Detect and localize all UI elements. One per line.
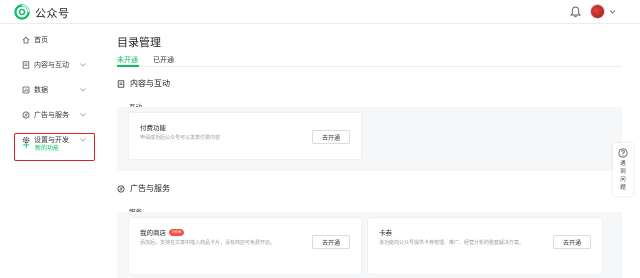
caret-down-icon[interactable]: [609, 9, 616, 15]
wechat-official-logo-icon[interactable]: [14, 4, 30, 20]
card-my-store: 我的商店 new 添加后，支持在文章中插入商品卡片，没有商店可免费开店。 去开通: [129, 218, 361, 274]
brand-title: 公众号: [35, 7, 70, 20]
sidebar-item-label: 广告与服务: [34, 111, 69, 119]
document-icon: [117, 79, 125, 88]
page-title: 目录管理: [117, 36, 161, 49]
new-function-button[interactable]: + 新的功能: [14, 133, 95, 161]
question-icon: [618, 148, 628, 158]
document-icon: [22, 61, 30, 69]
section-title-label: 内容与互动: [130, 79, 170, 88]
top-bar: 公众号: [0, 0, 640, 24]
card-title-label: 卡券: [379, 229, 392, 237]
sidebar-item-ads[interactable]: 广告与服务: [0, 106, 104, 124]
help-label: 遇到问题: [620, 161, 626, 191]
activate-button[interactable]: 去开通: [312, 235, 350, 249]
sidebar-item-label: 内容与互动: [34, 61, 69, 69]
tabs-divider: [117, 66, 622, 67]
tab-not-activated[interactable]: 未开通: [117, 55, 138, 65]
compass-icon: [117, 185, 125, 192]
bell-icon[interactable]: [570, 6, 581, 18]
section-title-content: 内容与互动: [117, 78, 170, 89]
card-title: 我的商店 new: [140, 227, 185, 237]
new-badge: new: [169, 228, 185, 236]
chevron-down-icon: [80, 88, 86, 92]
main-content: 目录管理 未开通 已开通 内容与互动 互动 付费功能 申请成功后公众号可以发表付…: [104, 24, 640, 278]
card-title-label: 我的商店: [140, 229, 166, 237]
sidebar-item-label: 数据: [34, 86, 48, 94]
sidebar-item-data[interactable]: 数据: [0, 81, 104, 99]
card-paid-function: 付费功能 申请成功后公众号可以发表付费内容 去开通: [129, 113, 361, 159]
activate-button[interactable]: 去开通: [312, 130, 350, 144]
help-widget[interactable]: 遇到问题: [613, 143, 633, 196]
section-title-ads: 广告与服务: [117, 183, 170, 194]
card-description: 添加后，支持在文章中插入商品卡片，没有商店可免费开店。: [140, 240, 276, 246]
plus-icon: +: [22, 140, 31, 151]
chevron-down-icon: [80, 63, 86, 67]
section-title-label: 广告与服务: [130, 184, 170, 193]
ad-icon: [22, 111, 30, 119]
sidebar-item-content[interactable]: 内容与互动: [0, 56, 104, 74]
card-description: 该功能向公众号提供卡券管理、推广、经营分析的整套解决方案。: [379, 240, 525, 246]
new-function-label: 新的功能: [35, 145, 60, 152]
sidebar-item-label: 首页: [34, 36, 48, 44]
card-title: 卡券: [379, 227, 392, 237]
card-coupons: 卡券 该功能向公众号提供卡券管理、推广、经营分析的整套解决方案。 去开通: [368, 218, 602, 274]
home-icon: [22, 36, 30, 44]
card-title: 付费功能: [140, 122, 166, 132]
active-tab-indicator: [117, 65, 139, 67]
avatar[interactable]: [590, 4, 605, 19]
card-description: 申请成功后公众号可以发表付费内容: [140, 135, 221, 141]
sidebar-item-home[interactable]: 首页: [0, 31, 104, 49]
activate-button[interactable]: 去开通: [553, 235, 591, 249]
tab-activated[interactable]: 已开通: [153, 55, 174, 65]
card-title-label: 付费功能: [140, 124, 166, 132]
data-icon: [22, 86, 30, 94]
chevron-down-icon: [80, 113, 86, 117]
